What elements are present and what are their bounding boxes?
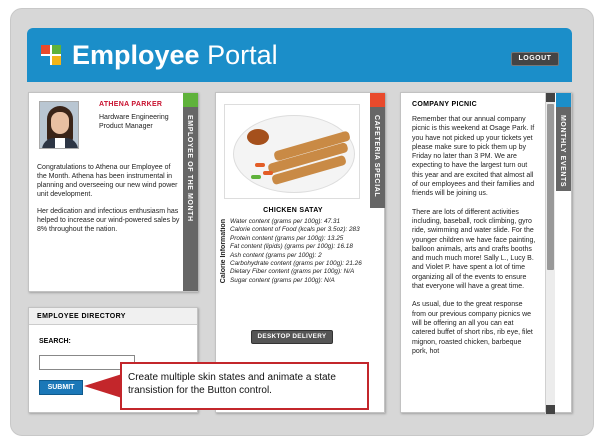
- callout-arrow-icon: [84, 374, 122, 398]
- callout-note: Create multiple skin states and animate …: [120, 362, 369, 410]
- nutrition-item: Dietary Fiber content (grams per 100g): …: [230, 268, 355, 276]
- nutrition-item: Calorie content of Food (kcals per 3.5oz…: [230, 226, 360, 234]
- tab-accent: [370, 93, 385, 107]
- employee-description: Congratulations to Athena our Employee o…: [37, 163, 181, 242]
- employee-of-month-tab[interactable]: EMPLOYEE OF THE MONTH: [183, 93, 198, 291]
- employee-paragraph: Congratulations to Athena our Employee o…: [37, 164, 178, 198]
- scroll-up-icon[interactable]: [546, 93, 555, 102]
- event-paragraph: As usual, due to the great response from…: [412, 301, 533, 355]
- nutrition-item: Sugar content (grams per 100g): N/A: [230, 276, 335, 284]
- event-paragraph: There are lots of different activities i…: [412, 208, 536, 291]
- employee-of-month-panel: ATHENA PARKER Hardware Engineering Produ…: [28, 92, 198, 292]
- event-title: COMPANY PICNIC: [412, 101, 478, 108]
- search-label: SEARCH:: [39, 338, 71, 345]
- calorie-info-label: Calorie Information: [220, 219, 227, 284]
- nutrition-item: Water content (grams per 100g): 47.31: [230, 218, 341, 225]
- nutrition-list: Water content (grams per 100g): 47.31 Ca…: [230, 218, 368, 285]
- scroll-thumb[interactable]: [547, 104, 554, 270]
- dish-name: CHICKEN SATAY: [263, 207, 323, 214]
- employee-avatar: [39, 101, 79, 149]
- event-description: Remember that our annual company picnic …: [412, 115, 538, 411]
- nutrition-item: Ash content (grams per 100g): 2: [230, 251, 322, 259]
- submit-button[interactable]: SUBMIT: [39, 380, 83, 395]
- tab-accent: [183, 93, 198, 107]
- event-paragraph: Remember that our annual company picnic …: [412, 116, 535, 198]
- tab-accent: [556, 93, 571, 107]
- employee-name: ATHENA PARKER: [99, 101, 163, 108]
- dish-photo: [224, 104, 360, 199]
- monthly-events-panel: COMPANY PICNIC Remember that our annual …: [400, 92, 572, 414]
- desktop-delivery-button[interactable]: DESKTOP DELIVERY: [251, 330, 333, 344]
- logout-button[interactable]: LOGOUT: [511, 52, 559, 66]
- employee-paragraph: Her dedication and infectious enthusiasm…: [37, 208, 180, 233]
- nutrition-item: Carbohydrate content (grams per 100g): 2…: [230, 260, 362, 268]
- monthly-events-tab[interactable]: MONTHLY EVENTS: [556, 93, 571, 191]
- nutrition-item: Protein content (grams per 100g): 13.25: [230, 234, 344, 242]
- employee-role: Hardware Engineering Product Manager: [99, 114, 169, 130]
- directory-title: EMPLOYEE DIRECTORY: [29, 308, 197, 325]
- app-header: Employee Portal LOGOUT: [27, 28, 572, 82]
- cafeteria-special-tab[interactable]: CAFETERIA SPECIAL: [370, 93, 385, 208]
- portal-logo-icon: [41, 45, 61, 65]
- events-scrollbar[interactable]: [545, 93, 555, 414]
- scroll-down-icon[interactable]: [546, 405, 555, 414]
- page-title: Employee Portal: [72, 40, 278, 70]
- nutrition-item: Fat content (lipids) (grams per 100g): 1…: [230, 243, 353, 251]
